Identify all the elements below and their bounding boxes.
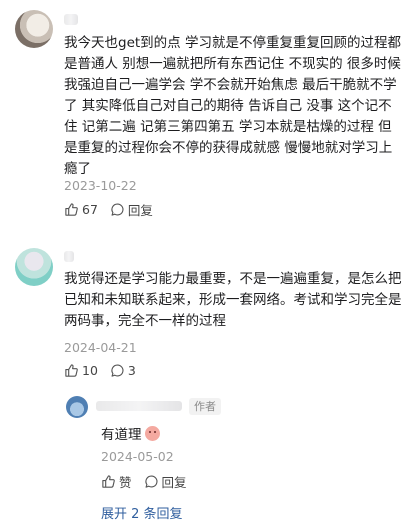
thumbs-up-icon [65, 364, 78, 377]
like-count: 67 [82, 202, 98, 217]
username-blurred[interactable] [64, 14, 78, 25]
comment-actions: 10 3 [64, 363, 148, 378]
comment-bubble-icon [144, 475, 158, 488]
comment-date: 2024-04-21 [64, 340, 137, 355]
comment-text: 我觉得还是学习能力最重要，不是一遍遍重复，是怎么把已知和未知联系起来，形成一套网… [64, 271, 402, 329]
comment-bubble-icon [111, 364, 124, 377]
comment-bubble-icon [111, 203, 124, 216]
reply-button[interactable]: 回复 [144, 472, 187, 491]
avatar[interactable] [15, 10, 53, 48]
pig-emoji-icon [144, 426, 160, 441]
reply-actions: 赞 回复 [101, 472, 199, 491]
comment-text: 我今天也get到的点 学习就是不停重复重复回顾的过程都是普通人 别想一遍就把所有… [64, 35, 401, 177]
reply-label: 回复 [161, 475, 187, 490]
thumbs-up-icon [65, 203, 78, 216]
thumbs-up-icon [102, 475, 115, 488]
reply-button[interactable]: 回复 [110, 200, 153, 219]
expand-replies-link[interactable]: 展开 2 条回复 [101, 503, 183, 522]
like-button[interactable]: 67 [64, 202, 98, 217]
reply-date: 2024-05-02 [101, 449, 174, 464]
like-label: 赞 [119, 475, 132, 490]
reply-button[interactable]: 3 [110, 363, 136, 378]
username-blurred[interactable] [64, 251, 74, 262]
avatar[interactable] [15, 248, 53, 286]
reply-count: 3 [127, 363, 136, 378]
comment-actions: 67 回复 [64, 200, 165, 219]
username-blurred[interactable] [96, 401, 182, 411]
avatar[interactable] [66, 396, 88, 418]
reply-label: 回复 [127, 203, 153, 218]
like-count: 10 [82, 363, 98, 378]
author-badge: 作者 [189, 398, 221, 415]
comment-date: 2023-10-22 [64, 178, 137, 193]
reply-text: 有道理 [101, 423, 160, 443]
reply-content: 有道理 [101, 427, 142, 443]
like-button[interactable]: 10 [64, 363, 98, 378]
like-button[interactable]: 赞 [101, 472, 132, 491]
